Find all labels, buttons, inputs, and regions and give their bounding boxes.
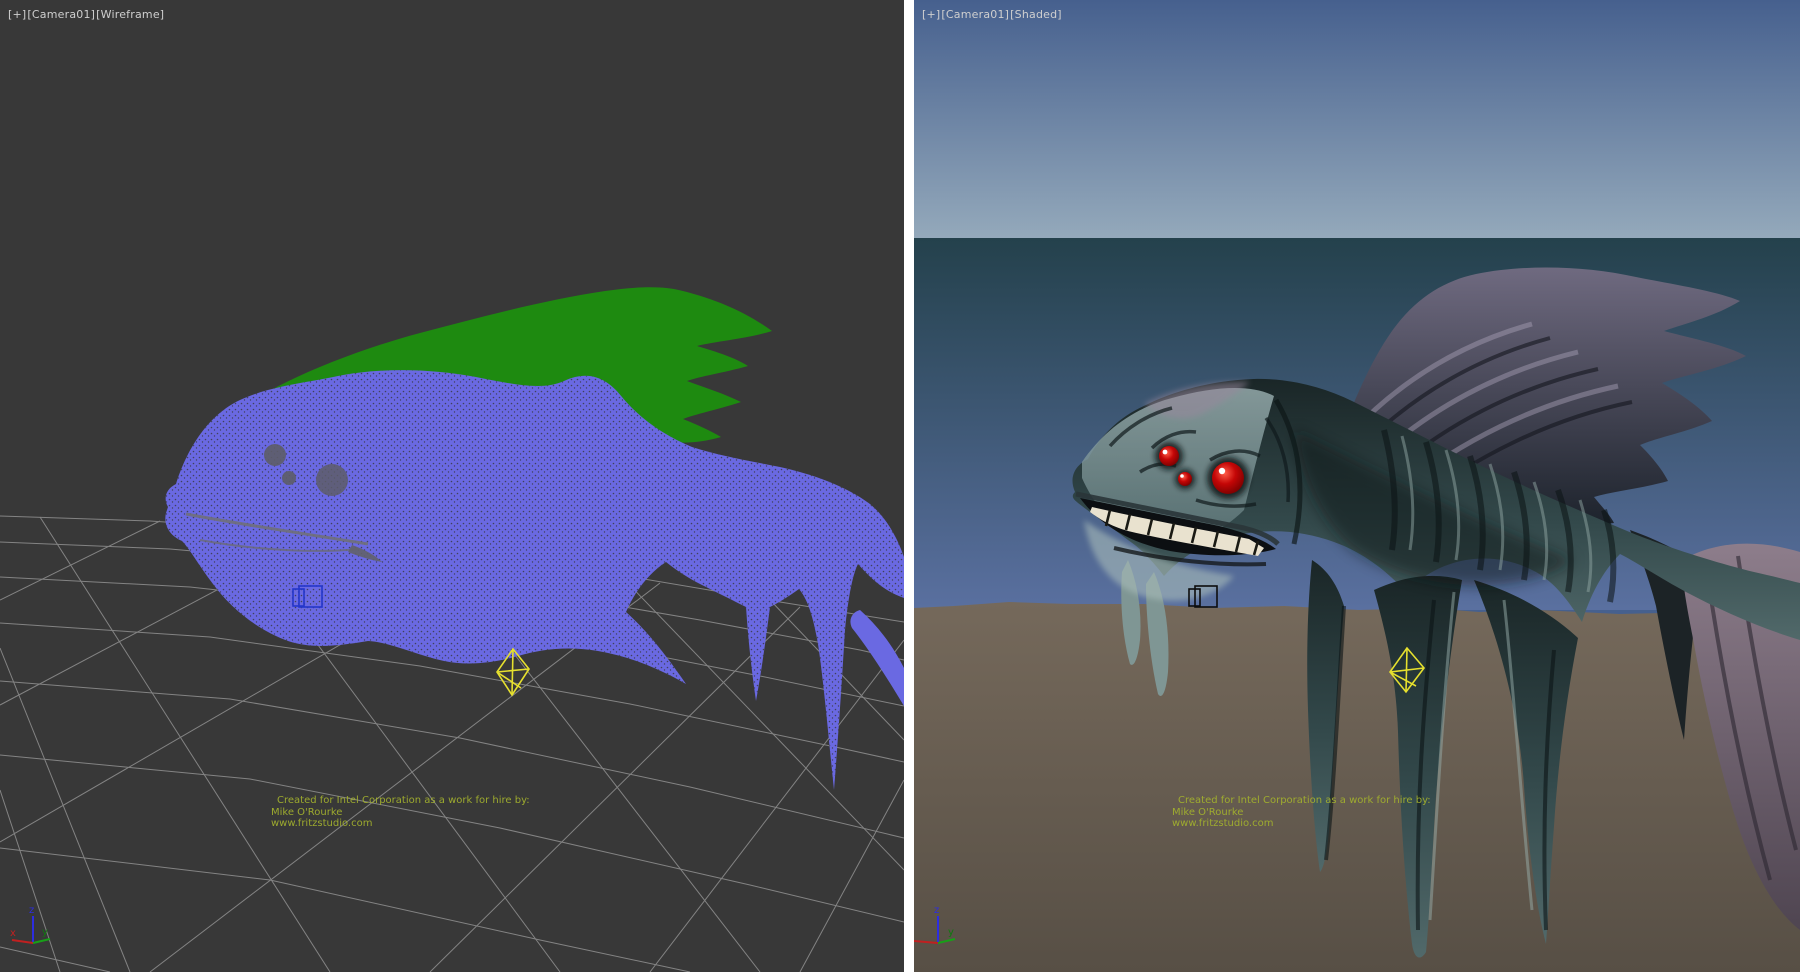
viewport-label-left: [+][Camera01][Wireframe] xyxy=(8,8,165,21)
viewport-shading-menu[interactable]: [Wireframe] xyxy=(96,8,164,21)
eye-small xyxy=(1178,472,1192,486)
viewport-camera-menu[interactable]: [Camera01] xyxy=(27,8,95,21)
sky-background xyxy=(914,0,1800,238)
viewport-wireframe[interactable]: [+][Camera01][Wireframe] xyxy=(0,0,904,972)
axis-y-label: y xyxy=(42,927,48,938)
viewport-camera-menu[interactable]: [Camera01] xyxy=(941,8,1009,21)
app-window: [+][Camera01][Wireframe] xyxy=(0,0,1800,978)
watermark-text: Created for Intel Corporation as a work … xyxy=(271,795,530,830)
viewport-pan-menu[interactable]: [+] xyxy=(922,8,940,21)
axis-x-label: x xyxy=(10,928,16,939)
axis-y-label: y xyxy=(948,927,954,938)
eye-large xyxy=(1212,462,1244,494)
viewport-shaded[interactable]: [+][Camera01][Shaded] xyxy=(914,0,1800,972)
viewport-shading-menu[interactable]: [Shaded] xyxy=(1010,8,1062,21)
eye-medium xyxy=(1159,446,1179,466)
viewport-pan-menu[interactable]: [+] xyxy=(8,8,26,21)
axis-z-label: z xyxy=(29,905,34,916)
watermark-text: Created for Intel Corporation as a work … xyxy=(1172,795,1431,830)
viewport-label-right: [+][Camera01][Shaded] xyxy=(922,8,1063,21)
axis-z-label: z xyxy=(934,905,939,916)
